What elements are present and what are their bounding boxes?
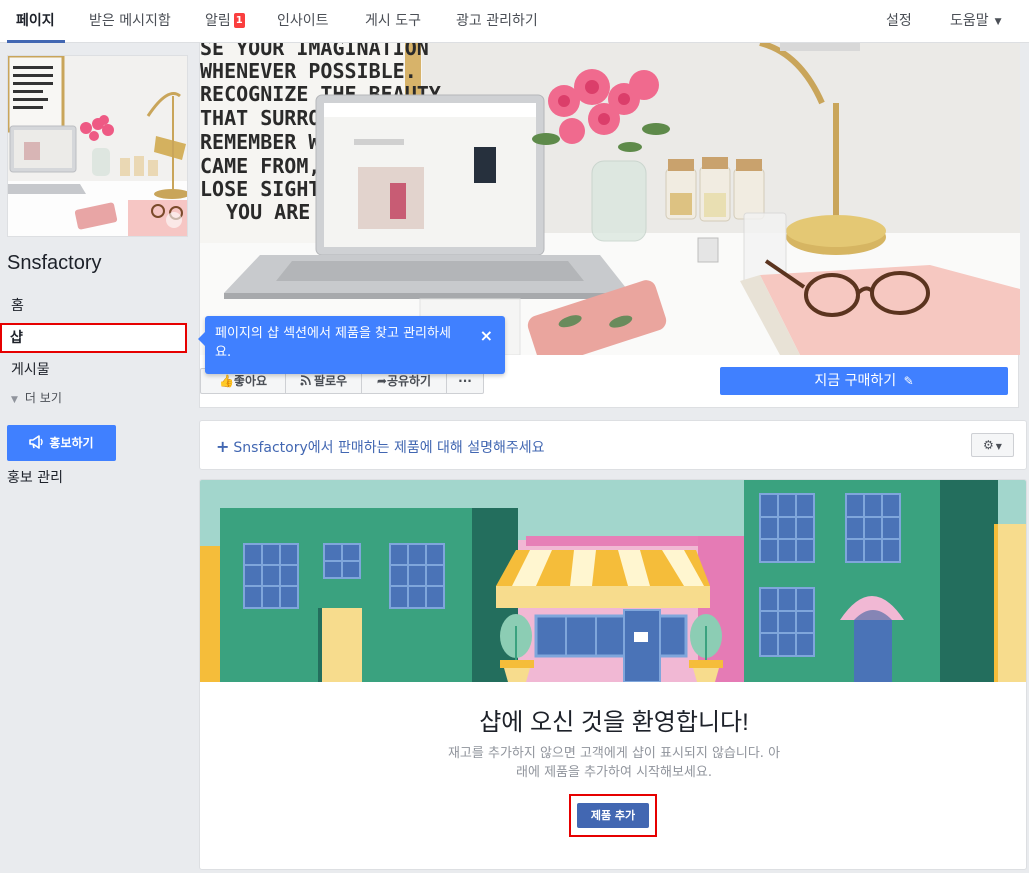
settings-dropdown-button[interactable]: ⚙ ▼: [971, 433, 1014, 457]
tab-label: 알림: [205, 13, 231, 29]
tab-settings[interactable]: 설정: [886, 0, 912, 43]
poster-line: SE YOUR IMAGINATION: [200, 43, 429, 60]
cover-photo[interactable]: SE YOUR IMAGINATION WHENEVER POSSIBLE. R…: [200, 43, 1020, 355]
thumbs-up-icon: 👍: [218, 374, 234, 388]
gear-icon: ⚙: [983, 438, 994, 452]
promote-button[interactable]: 홍보하기: [7, 425, 116, 461]
share-arrow-icon: ➦: [376, 374, 387, 388]
tab-page[interactable]: 페이지: [16, 0, 55, 43]
tab-publishing-tools[interactable]: 게시 도구: [365, 0, 421, 43]
shop-tooltip: 페이지의 샵 섹션에서 제품을 찾고 관리하세요. ×: [198, 316, 505, 374]
tooltip-text: 페이지의 샵 섹션에서 제품을 찾고 관리하세요.: [215, 326, 451, 360]
tab-label: 설정: [886, 13, 912, 29]
sidebar-item-posts[interactable]: 게시물: [0, 355, 188, 385]
describe-products-link[interactable]: + Snsfactory에서 판매하는 제품에 대해 설명해주세요: [216, 437, 545, 457]
follow-label: 팔로우: [313, 374, 348, 388]
poster-line: WHENEVER POSSIBLE.: [200, 59, 417, 83]
notification-badge: 1: [233, 13, 245, 28]
shop-welcome-title: 샵에 오신 것을 환영합니다!: [479, 709, 749, 736]
tab-help[interactable]: 도움말 ▼: [950, 0, 1002, 43]
triangle-down-icon: ▼: [11, 395, 18, 405]
cover-photo-desk: SE YOUR IMAGINATION WHENEVER POSSIBLE. R…: [200, 43, 1020, 355]
tab-label: 광고 관리하기: [456, 13, 538, 29]
shop-welcome-card: 샵에 오신 것을 환영합니다! 재고를 추가하지 않으면 고객에게 샵이 표시되…: [199, 479, 1027, 870]
tab-label: 받은 메시지함: [89, 13, 171, 29]
tab-ads-manager[interactable]: 광고 관리하기: [456, 0, 538, 43]
tab-label: 인사이트: [277, 13, 329, 29]
share-label: 공유하기: [386, 374, 432, 388]
rss-icon: [300, 375, 311, 386]
buy-now-label: 지금 구매하기: [814, 373, 897, 389]
more-label: 더 보기: [24, 391, 62, 405]
promote-label: 홍보하기: [49, 436, 94, 450]
sidebar-item-shop[interactable]: 샵: [0, 323, 187, 353]
sidebar-item-label: 샵: [10, 330, 23, 346]
sidebar-item-label: 홈: [11, 298, 24, 314]
page-name[interactable]: Snsfactory: [7, 252, 101, 275]
tab-inbox[interactable]: 받은 메시지함: [89, 0, 171, 43]
megaphone-icon: [29, 435, 44, 449]
add-product-button[interactable]: 제품 추가: [577, 803, 649, 828]
top-nav: 페이지 받은 메시지함 알림 1 인사이트 게시 도구 광고 관리하기 설정 도움…: [0, 0, 1029, 43]
tab-insights[interactable]: 인사이트: [277, 0, 329, 43]
sidebar-item-label: 게시물: [11, 362, 50, 378]
add-product-highlight: 제품 추가: [569, 794, 657, 837]
ellipsis-icon: ···: [458, 374, 472, 388]
promote-manage-link[interactable]: 홍보 관리: [7, 467, 63, 487]
plus-icon: +: [216, 437, 230, 456]
close-icon[interactable]: ×: [480, 328, 493, 344]
tab-label: 게시 도구: [365, 13, 421, 29]
shop-illustration: [200, 480, 1026, 682]
describe-link-label: Snsfactory에서 판매하는 제품에 대해 설명해주세요: [233, 440, 545, 456]
like-label: 좋아요: [233, 374, 268, 388]
pencil-icon: ✎: [903, 374, 914, 388]
tab-label: 페이지: [16, 13, 55, 29]
active-tab-indicator: [7, 40, 65, 43]
buy-now-button[interactable]: 지금 구매하기 ✎: [720, 367, 1008, 395]
sidebar-more-link[interactable]: ▼ 더 보기: [11, 389, 62, 406]
describe-products-card: + Snsfactory에서 판매하는 제품에 대해 설명해주세요 ⚙ ▼: [199, 420, 1027, 470]
profile-photo-desk: [8, 56, 187, 236]
profile-picture[interactable]: [7, 55, 188, 237]
sidebar-item-home[interactable]: 홈: [0, 291, 188, 321]
tab-notifications[interactable]: 알림 1: [205, 0, 245, 43]
tab-label: 도움말: [950, 13, 989, 29]
shop-welcome-description: 재고를 추가하지 않으면 고객에게 샵이 표시되지 않습니다. 아래에 제품을 …: [447, 746, 781, 780]
caret-down-icon: ▼: [994, 17, 1002, 27]
caret-down-icon: ▼: [995, 442, 1002, 451]
